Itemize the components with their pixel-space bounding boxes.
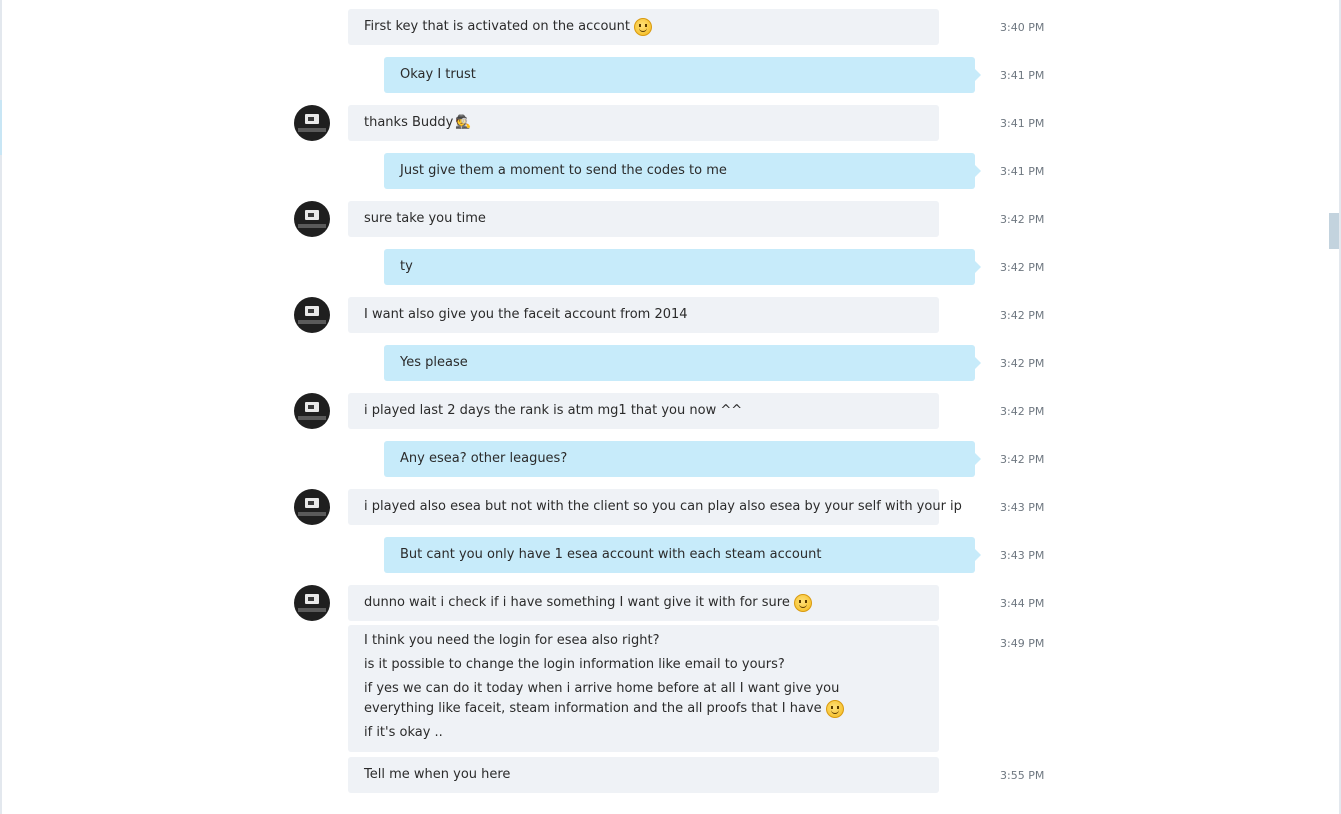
- message-bubble-outgoing: But cant you only have 1 esea account wi…: [384, 537, 981, 573]
- message-time: 3:42 PM: [1000, 309, 1045, 322]
- message-time: 3:42 PM: [1000, 261, 1045, 274]
- smiley-emoji-icon: [825, 699, 844, 718]
- message-text: thanks Buddy: [364, 115, 454, 130]
- contact-avatar[interactable]: [294, 297, 330, 333]
- message-text: ty: [400, 259, 413, 274]
- message-time: 3:55 PM: [1000, 769, 1045, 782]
- scrollbar-thumb[interactable]: [1329, 213, 1339, 249]
- message-time: 3:40 PM: [1000, 21, 1045, 34]
- message-time: 3:42 PM: [1000, 357, 1045, 370]
- message-line-text: if yes we can do it today when i arrive …: [364, 681, 840, 716]
- message-time: 3:41 PM: [1000, 69, 1045, 82]
- contact-avatar[interactable]: [294, 201, 330, 237]
- message-line: if it's okay ..: [364, 725, 443, 740]
- message-text: Tell me when you here: [364, 767, 511, 782]
- message-time: 3:42 PM: [1000, 213, 1045, 226]
- message-bubble-incoming: i played also esea but not with the clie…: [348, 489, 962, 525]
- message-time: 3:42 PM: [1000, 453, 1045, 466]
- contact-avatar[interactable]: [294, 489, 330, 525]
- message-bubble-incoming: First key that is activated on the accou…: [348, 9, 939, 45]
- message-time: 3:41 PM: [1000, 165, 1045, 178]
- contact-avatar[interactable]: [294, 393, 330, 429]
- message-time: 3:43 PM: [1000, 549, 1045, 562]
- message-line: if yes we can do it today when i arrive …: [364, 679, 904, 719]
- message-text: i played last 2 days the rank is atm mg1…: [364, 403, 743, 418]
- contact-avatar[interactable]: [294, 585, 330, 621]
- message-bubble-outgoing: Okay I trust: [384, 57, 981, 93]
- message-bubble-outgoing: Just give them a moment to send the code…: [384, 153, 981, 189]
- message-time: 3:49 PM: [1000, 637, 1045, 650]
- message-text: Okay I trust: [400, 67, 476, 82]
- message-text: Yes please: [400, 355, 468, 370]
- message-text: i played also esea but not with the clie…: [364, 499, 962, 514]
- message-time: 3:41 PM: [1000, 117, 1045, 130]
- message-bubble-incoming: sure take you time: [348, 201, 939, 237]
- message-text: Just give them a moment to send the code…: [400, 163, 727, 178]
- spy-emoji-icon: 🕵: [455, 115, 472, 130]
- message-bubble-incoming: thanks Buddy 🕵: [348, 105, 939, 141]
- message-time: 3:43 PM: [1000, 501, 1045, 514]
- message-line: is it possible to change the login infor…: [364, 657, 785, 672]
- message-bubble-incoming-group: I think you need the login for esea also…: [348, 625, 939, 752]
- smiley-emoji-icon: [633, 18, 652, 36]
- message-bubble-incoming: I want also give you the faceit account …: [348, 297, 939, 333]
- message-text: sure take you time: [364, 211, 486, 226]
- message-text: dunno wait i check if i have something I…: [364, 595, 790, 610]
- message-time: 3:42 PM: [1000, 405, 1045, 418]
- smiley-emoji-icon: [793, 594, 812, 612]
- message-time: 3:44 PM: [1000, 597, 1045, 610]
- message-bubble-outgoing: ty: [384, 249, 981, 285]
- message-line: I think you need the login for esea also…: [364, 633, 660, 648]
- message-bubble-incoming: Tell me when you here: [348, 757, 939, 793]
- message-bubble-outgoing: Yes please: [384, 345, 981, 381]
- message-bubble-incoming: i played last 2 days the rank is atm mg1…: [348, 393, 939, 429]
- message-text: Any esea? other leagues?: [400, 451, 568, 466]
- left-pane-accent: [0, 100, 2, 155]
- contact-avatar[interactable]: [294, 105, 330, 141]
- message-bubble-outgoing: Any esea? other leagues?: [384, 441, 981, 477]
- message-text: First key that is activated on the accou…: [364, 19, 630, 34]
- message-text: But cant you only have 1 esea account wi…: [400, 547, 822, 562]
- message-bubble-incoming: dunno wait i check if i have something I…: [348, 585, 939, 621]
- message-text: I want also give you the faceit account …: [364, 307, 688, 322]
- left-pane-edge: [0, 0, 2, 814]
